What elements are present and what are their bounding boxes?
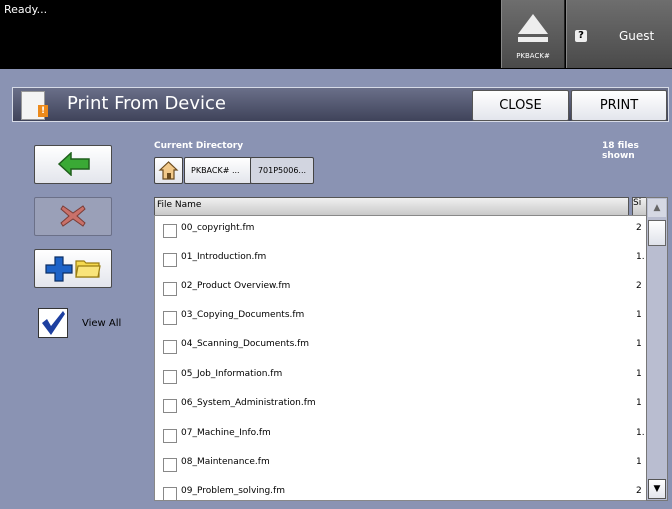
row-checkbox[interactable] <box>163 282 177 296</box>
file-name: 09_Problem_solving.fm <box>181 486 285 496</box>
file-size: 1. <box>636 252 645 262</box>
file-row[interactable]: 07_Machine_Info.fm 1. <box>155 421 646 451</box>
file-name: 00_copyright.fm <box>181 223 255 233</box>
scroll-up-icon[interactable]: ▲ <box>648 199 666 217</box>
row-checkbox[interactable] <box>163 429 177 443</box>
file-row[interactable]: 02_Product Overview.fm 2 <box>155 274 646 304</box>
back-button[interactable] <box>34 145 112 184</box>
delete-button[interactable] <box>34 197 112 236</box>
file-name: 04_Scanning_Documents.fm <box>181 339 310 349</box>
files-shown-count: 18 files shown <box>602 141 639 161</box>
current-directory-label: Current Directory <box>154 141 244 151</box>
file-list: 00_copyright.fm 2 01_Introduction.fm 1. … <box>154 215 647 501</box>
close-button[interactable]: CLOSE <box>472 90 569 121</box>
eject-device-button[interactable]: PKBACK# <box>501 0 565 68</box>
home-button[interactable] <box>154 157 183 184</box>
file-size: 2 <box>636 281 642 291</box>
file-name: 01_Introduction.fm <box>181 252 267 262</box>
file-size: 2 <box>636 486 642 496</box>
print-button[interactable]: PRINT <box>571 90 667 121</box>
plus-icon <box>45 256 73 282</box>
column-header-size[interactable]: Si <box>632 197 647 216</box>
checkmark-icon <box>42 311 65 335</box>
eject-device-label: PKBACK# <box>516 52 550 60</box>
row-checkbox[interactable] <box>163 399 177 413</box>
file-name: 07_Machine_Info.fm <box>181 428 271 438</box>
home-icon <box>158 161 179 180</box>
file-size: 1 <box>636 369 642 379</box>
row-checkbox[interactable] <box>163 311 177 325</box>
file-name: 03_Copying_Documents.fm <box>181 310 305 320</box>
file-size: 1 <box>636 339 642 349</box>
file-name: 05_Job_Information.fm <box>181 369 283 379</box>
back-arrow-icon <box>57 152 90 176</box>
file-row[interactable]: 03_Copying_Documents.fm 1 <box>155 303 646 333</box>
file-name: 02_Product Overview.fm <box>181 281 291 291</box>
document-alert-icon: ! <box>21 91 48 120</box>
file-row[interactable]: 08_Maintenance.fm 1 <box>155 450 646 480</box>
file-row[interactable]: 04_Scanning_Documents.fm 1 <box>155 332 646 362</box>
file-name: 08_Maintenance.fm <box>181 457 270 467</box>
column-header-label: File Name <box>157 200 202 210</box>
file-size: 1. <box>636 428 645 438</box>
row-checkbox[interactable] <box>163 253 177 267</box>
row-checkbox[interactable] <box>163 487 177 500</box>
status-bar: Ready... PKBACK# ? Guest <box>0 0 672 69</box>
scroll-down-icon[interactable]: ▼ <box>648 479 666 499</box>
file-size: 1 <box>636 398 642 408</box>
help-icon: ? <box>575 30 587 42</box>
file-row[interactable]: 05_Job_Information.fm 1 <box>155 362 646 392</box>
breadcrumb-item[interactable]: PKBACK# ... <box>184 157 252 184</box>
guest-label: Guest <box>619 29 655 43</box>
file-name: 06_System_Administration.fm <box>181 398 316 408</box>
page-title: Print From Device <box>67 93 227 114</box>
row-checkbox[interactable] <box>163 224 177 238</box>
file-row[interactable]: 09_Problem_solving.fm 2 <box>155 479 646 500</box>
new-folder-button[interactable] <box>34 249 112 288</box>
file-size: 1 <box>636 310 642 320</box>
file-row[interactable]: 06_System_Administration.fm 1 <box>155 391 646 421</box>
view-all-label: View All <box>82 318 122 329</box>
file-size: 1 <box>636 457 642 467</box>
row-checkbox[interactable] <box>163 340 177 354</box>
row-checkbox[interactable] <box>163 370 177 384</box>
row-checkbox[interactable] <box>163 458 177 472</box>
delete-x-icon <box>60 205 86 227</box>
view-all-checkbox[interactable] <box>38 308 68 338</box>
file-size: 2 <box>636 223 642 233</box>
scroll-thumb[interactable] <box>648 220 666 246</box>
guest-button[interactable]: ? Guest <box>566 0 672 68</box>
vertical-scrollbar[interactable]: ▲ ▼ <box>646 197 668 501</box>
folder-icon <box>75 260 101 278</box>
eject-icon <box>518 14 548 34</box>
file-row[interactable]: 00_copyright.fm 2 <box>155 216 646 246</box>
title-bar: ! Print From Device CLOSE PRINT <box>12 87 669 122</box>
column-header-file-name[interactable]: File Name <box>154 197 629 216</box>
status-text: Ready... <box>4 3 48 16</box>
breadcrumb-item[interactable]: 701P5006... <box>250 157 314 184</box>
file-row[interactable]: 01_Introduction.fm 1. <box>155 245 646 275</box>
